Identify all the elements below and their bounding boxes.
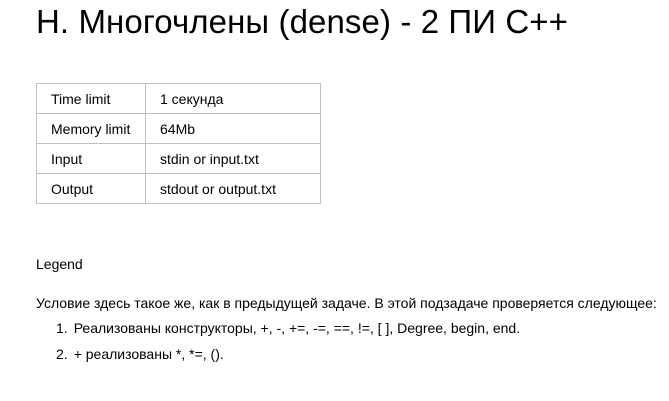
table-row: Time limit 1 секунда — [36, 83, 321, 114]
list-item-text: + реализованы *, *=, (). — [73, 346, 224, 362]
limit-value-output: stdout or output.txt — [145, 173, 321, 204]
limit-value-time: 1 секунда — [145, 83, 321, 114]
limit-value-memory: 64Mb — [145, 113, 321, 144]
problem-page: H. Многочлены (dense) - 2 ПИ C++ Time li… — [36, 0, 669, 401]
limit-key-output: Output — [36, 173, 146, 204]
list-item-text: Реализованы конструкторы, +, -, +=, -=, … — [73, 320, 521, 336]
limit-key-time: Time limit — [36, 83, 146, 114]
limits-table: Time limit 1 секунда Memory limit 64Mb I… — [36, 83, 321, 204]
legend-heading: Legend — [36, 256, 83, 272]
problem-statement: Условие здесь такое же, как в предыдущей… — [36, 295, 657, 311]
table-row: Memory limit 64Mb — [36, 113, 321, 144]
requirements-list: 1. Реализованы конструкторы, +, -, +=, -=… — [36, 320, 520, 372]
limit-key-input: Input — [36, 143, 146, 174]
list-item: 1. Реализованы конструкторы, +, -, +=, -=… — [36, 320, 520, 346]
list-item: 2. + реализованы *, *=, (). — [36, 346, 520, 372]
table-row: Input stdin or input.txt — [36, 143, 321, 174]
limit-value-input: stdin or input.txt — [145, 143, 321, 174]
page-title: H. Многочлены (dense) - 2 ПИ C++ — [36, 3, 569, 40]
limit-key-memory: Memory limit — [36, 113, 146, 144]
list-item-number: 2. — [56, 346, 68, 362]
list-item-number: 1. — [56, 320, 68, 336]
table-row: Output stdout or output.txt — [36, 173, 321, 204]
